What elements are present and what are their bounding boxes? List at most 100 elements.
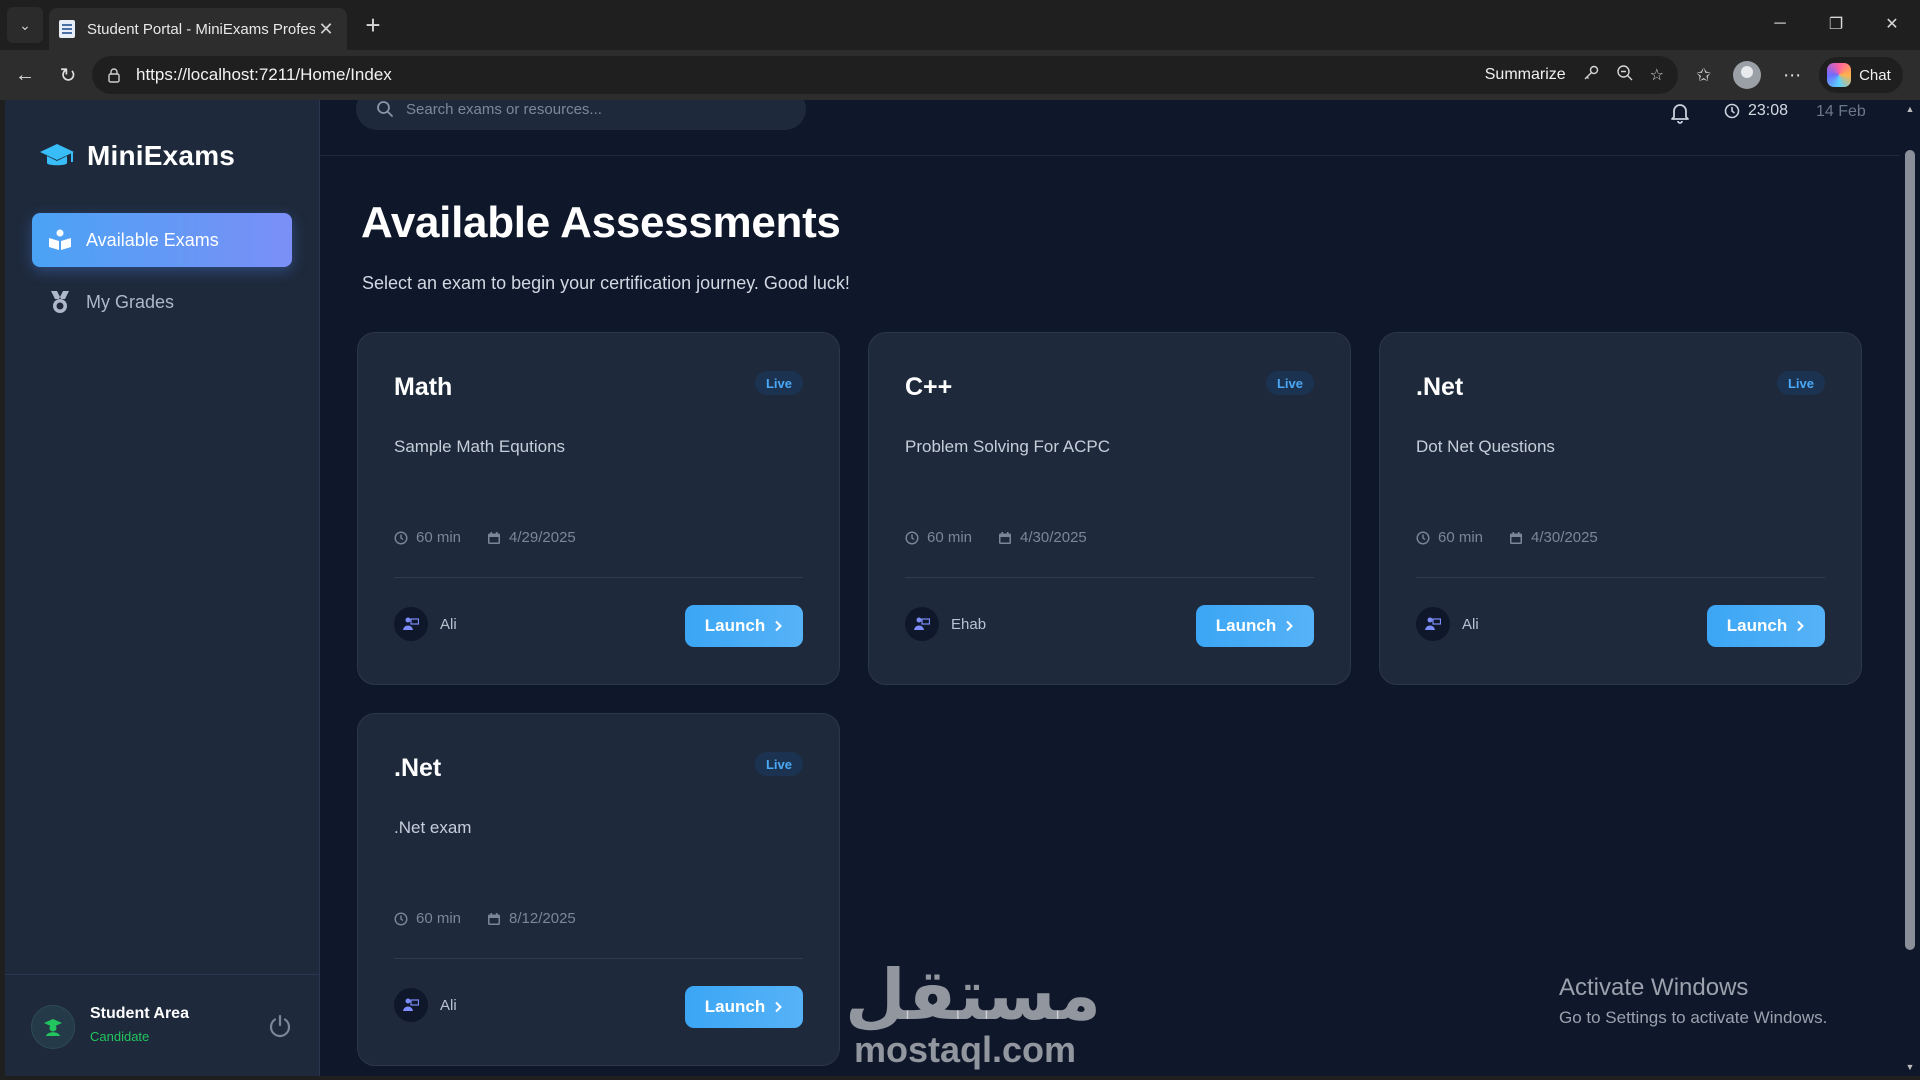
close-window-icon[interactable]: ✕ xyxy=(1864,0,1920,48)
search-input[interactable] xyxy=(406,100,786,118)
status-badge: Live xyxy=(1776,371,1825,395)
sidebar-item-available-exams[interactable]: Available Exams xyxy=(32,213,292,267)
launch-label: Launch xyxy=(704,997,766,1016)
site-info-icon[interactable] xyxy=(106,67,122,83)
url-text[interactable]: https://localhost:7211/Home/Index xyxy=(136,65,1485,85)
exam-author: Ali xyxy=(394,607,457,641)
summarize-button[interactable]: Summarize xyxy=(1485,66,1566,84)
card-divider xyxy=(394,958,803,959)
clock-icon xyxy=(1416,530,1430,545)
launch-exam-button[interactable]: Launch xyxy=(685,986,803,1028)
page-scrollbar[interactable]: ▲ ▼ xyxy=(1900,100,1920,1076)
exam-meta: 60 min 8/12/2025 xyxy=(394,910,602,927)
author-name: Ehab xyxy=(951,615,987,633)
exam-meta: 60 min 4/30/2025 xyxy=(1416,529,1624,546)
clock-icon xyxy=(394,530,408,545)
clock-icon xyxy=(1724,103,1740,119)
teacher-avatar xyxy=(1416,607,1450,641)
clock-icon xyxy=(905,530,919,545)
sidebar-footer: Student Area Candidate xyxy=(5,974,320,1076)
exam-duration: 60 min xyxy=(394,910,461,927)
graduation-cap-icon xyxy=(40,144,74,166)
date-text: 4/30/2025 xyxy=(1020,529,1087,546)
teacher-icon xyxy=(403,998,419,1011)
exam-card: Math Live Sample Math Equtions 60 min 4/… xyxy=(357,332,840,685)
calendar-icon xyxy=(488,531,501,544)
copilot-chat-button[interactable]: Chat xyxy=(1819,57,1903,93)
page-subtitle: Select an exam to begin your certificati… xyxy=(362,273,850,293)
page-favicon-icon xyxy=(59,20,75,38)
duration-text: 60 min xyxy=(416,910,462,927)
profile-avatar[interactable] xyxy=(1733,61,1762,89)
scroll-thumb[interactable] xyxy=(1905,150,1915,950)
window-controls: ─ ❐ ✕ xyxy=(1752,0,1920,50)
browser-tab[interactable]: Student Portal - MiniExams Profess ✕ xyxy=(49,8,347,50)
launch-label: Launch xyxy=(1726,616,1788,635)
restore-icon[interactable]: ❐ xyxy=(1808,0,1864,48)
clock: 23:08 xyxy=(1724,102,1788,120)
logout-power-icon[interactable] xyxy=(267,1013,293,1039)
current-date: 14 Feb xyxy=(1816,103,1866,120)
reload-icon[interactable]: ↻ xyxy=(50,57,86,93)
notification-bell-icon[interactable] xyxy=(1668,100,1692,124)
exam-date: 4/29/2025 xyxy=(487,529,576,546)
teacher-avatar xyxy=(394,988,428,1022)
exam-card: C++ Live Problem Solving For ACPC 60 min… xyxy=(868,332,1351,685)
close-tab-icon[interactable]: ✕ xyxy=(315,19,337,40)
exam-duration: 60 min xyxy=(905,529,972,546)
date-text: 8/12/2025 xyxy=(509,910,576,927)
more-options-icon[interactable]: ⋯ xyxy=(1783,65,1801,86)
tab-title: Student Portal - MiniExams Profess xyxy=(87,20,315,38)
calendar-icon xyxy=(488,912,501,925)
launch-label: Launch xyxy=(1215,616,1277,635)
brand-name: MiniExams xyxy=(87,140,236,171)
key-icon[interactable] xyxy=(1582,64,1600,87)
exam-card: .Net Live .Net exam 60 min 8/12/2025 Ali… xyxy=(357,713,840,1066)
student-icon xyxy=(44,1019,62,1036)
exam-description: .Net exam xyxy=(394,818,472,837)
launch-exam-button[interactable]: Launch xyxy=(685,605,803,647)
favorites-icon[interactable]: ✩ xyxy=(1696,65,1711,86)
favorite-star-icon[interactable]: ☆ xyxy=(1650,65,1664,85)
tab-list-button[interactable]: ⌄ xyxy=(7,7,43,43)
calendar-icon xyxy=(1510,531,1523,544)
launch-exam-button[interactable]: Launch xyxy=(1196,605,1314,647)
back-icon[interactable]: ← xyxy=(7,57,43,93)
scroll-up-icon[interactable]: ▲ xyxy=(1905,104,1915,114)
book-reader-icon xyxy=(48,228,72,252)
student-avatar xyxy=(31,1005,75,1049)
teacher-icon xyxy=(403,617,419,630)
exam-description: Problem Solving For ACPC xyxy=(905,437,1111,456)
minimize-icon[interactable]: ─ xyxy=(1752,0,1808,48)
sidebar: MiniExams Available Exams My Grades Stud… xyxy=(5,100,320,1076)
address-bar[interactable]: https://localhost:7211/Home/Index Summar… xyxy=(92,56,1678,94)
duration-text: 60 min xyxy=(416,529,462,546)
exam-meta: 60 min 4/30/2025 xyxy=(905,529,1113,546)
exam-date: 4/30/2025 xyxy=(998,529,1087,546)
exam-author: Ehab xyxy=(905,607,986,641)
search-box[interactable] xyxy=(356,100,806,130)
clock-icon xyxy=(394,911,408,926)
teacher-icon xyxy=(1425,617,1441,630)
teacher-avatar xyxy=(905,607,939,641)
watermark-latin: mostaql.com xyxy=(853,1029,1077,1070)
user-role: Candidate xyxy=(90,1029,150,1044)
sidebar-item-my-grades[interactable]: My Grades xyxy=(32,275,292,329)
exam-meta: 60 min 4/29/2025 xyxy=(394,529,602,546)
page-title: Available Assessments xyxy=(361,198,841,247)
duration-text: 60 min xyxy=(1438,529,1484,546)
user-name: Student Area xyxy=(90,1005,189,1022)
brand[interactable]: MiniExams xyxy=(39,140,235,172)
card-divider xyxy=(394,577,803,578)
exam-date: 8/12/2025 xyxy=(487,910,576,927)
launch-label: Launch xyxy=(704,616,766,635)
calendar-icon xyxy=(999,531,1012,544)
scroll-down-icon[interactable]: ▼ xyxy=(1905,1062,1915,1072)
chevron-right-icon xyxy=(1286,620,1294,632)
launch-exam-button[interactable]: Launch xyxy=(1707,605,1825,647)
new-tab-button[interactable]: + xyxy=(355,7,391,43)
windows-activation-notice: Activate Windows Go to Settings to activ… xyxy=(1559,974,1827,1028)
exam-description: Dot Net Questions xyxy=(1416,437,1555,456)
duration-text: 60 min xyxy=(927,529,973,546)
zoom-out-icon[interactable] xyxy=(1616,64,1634,87)
